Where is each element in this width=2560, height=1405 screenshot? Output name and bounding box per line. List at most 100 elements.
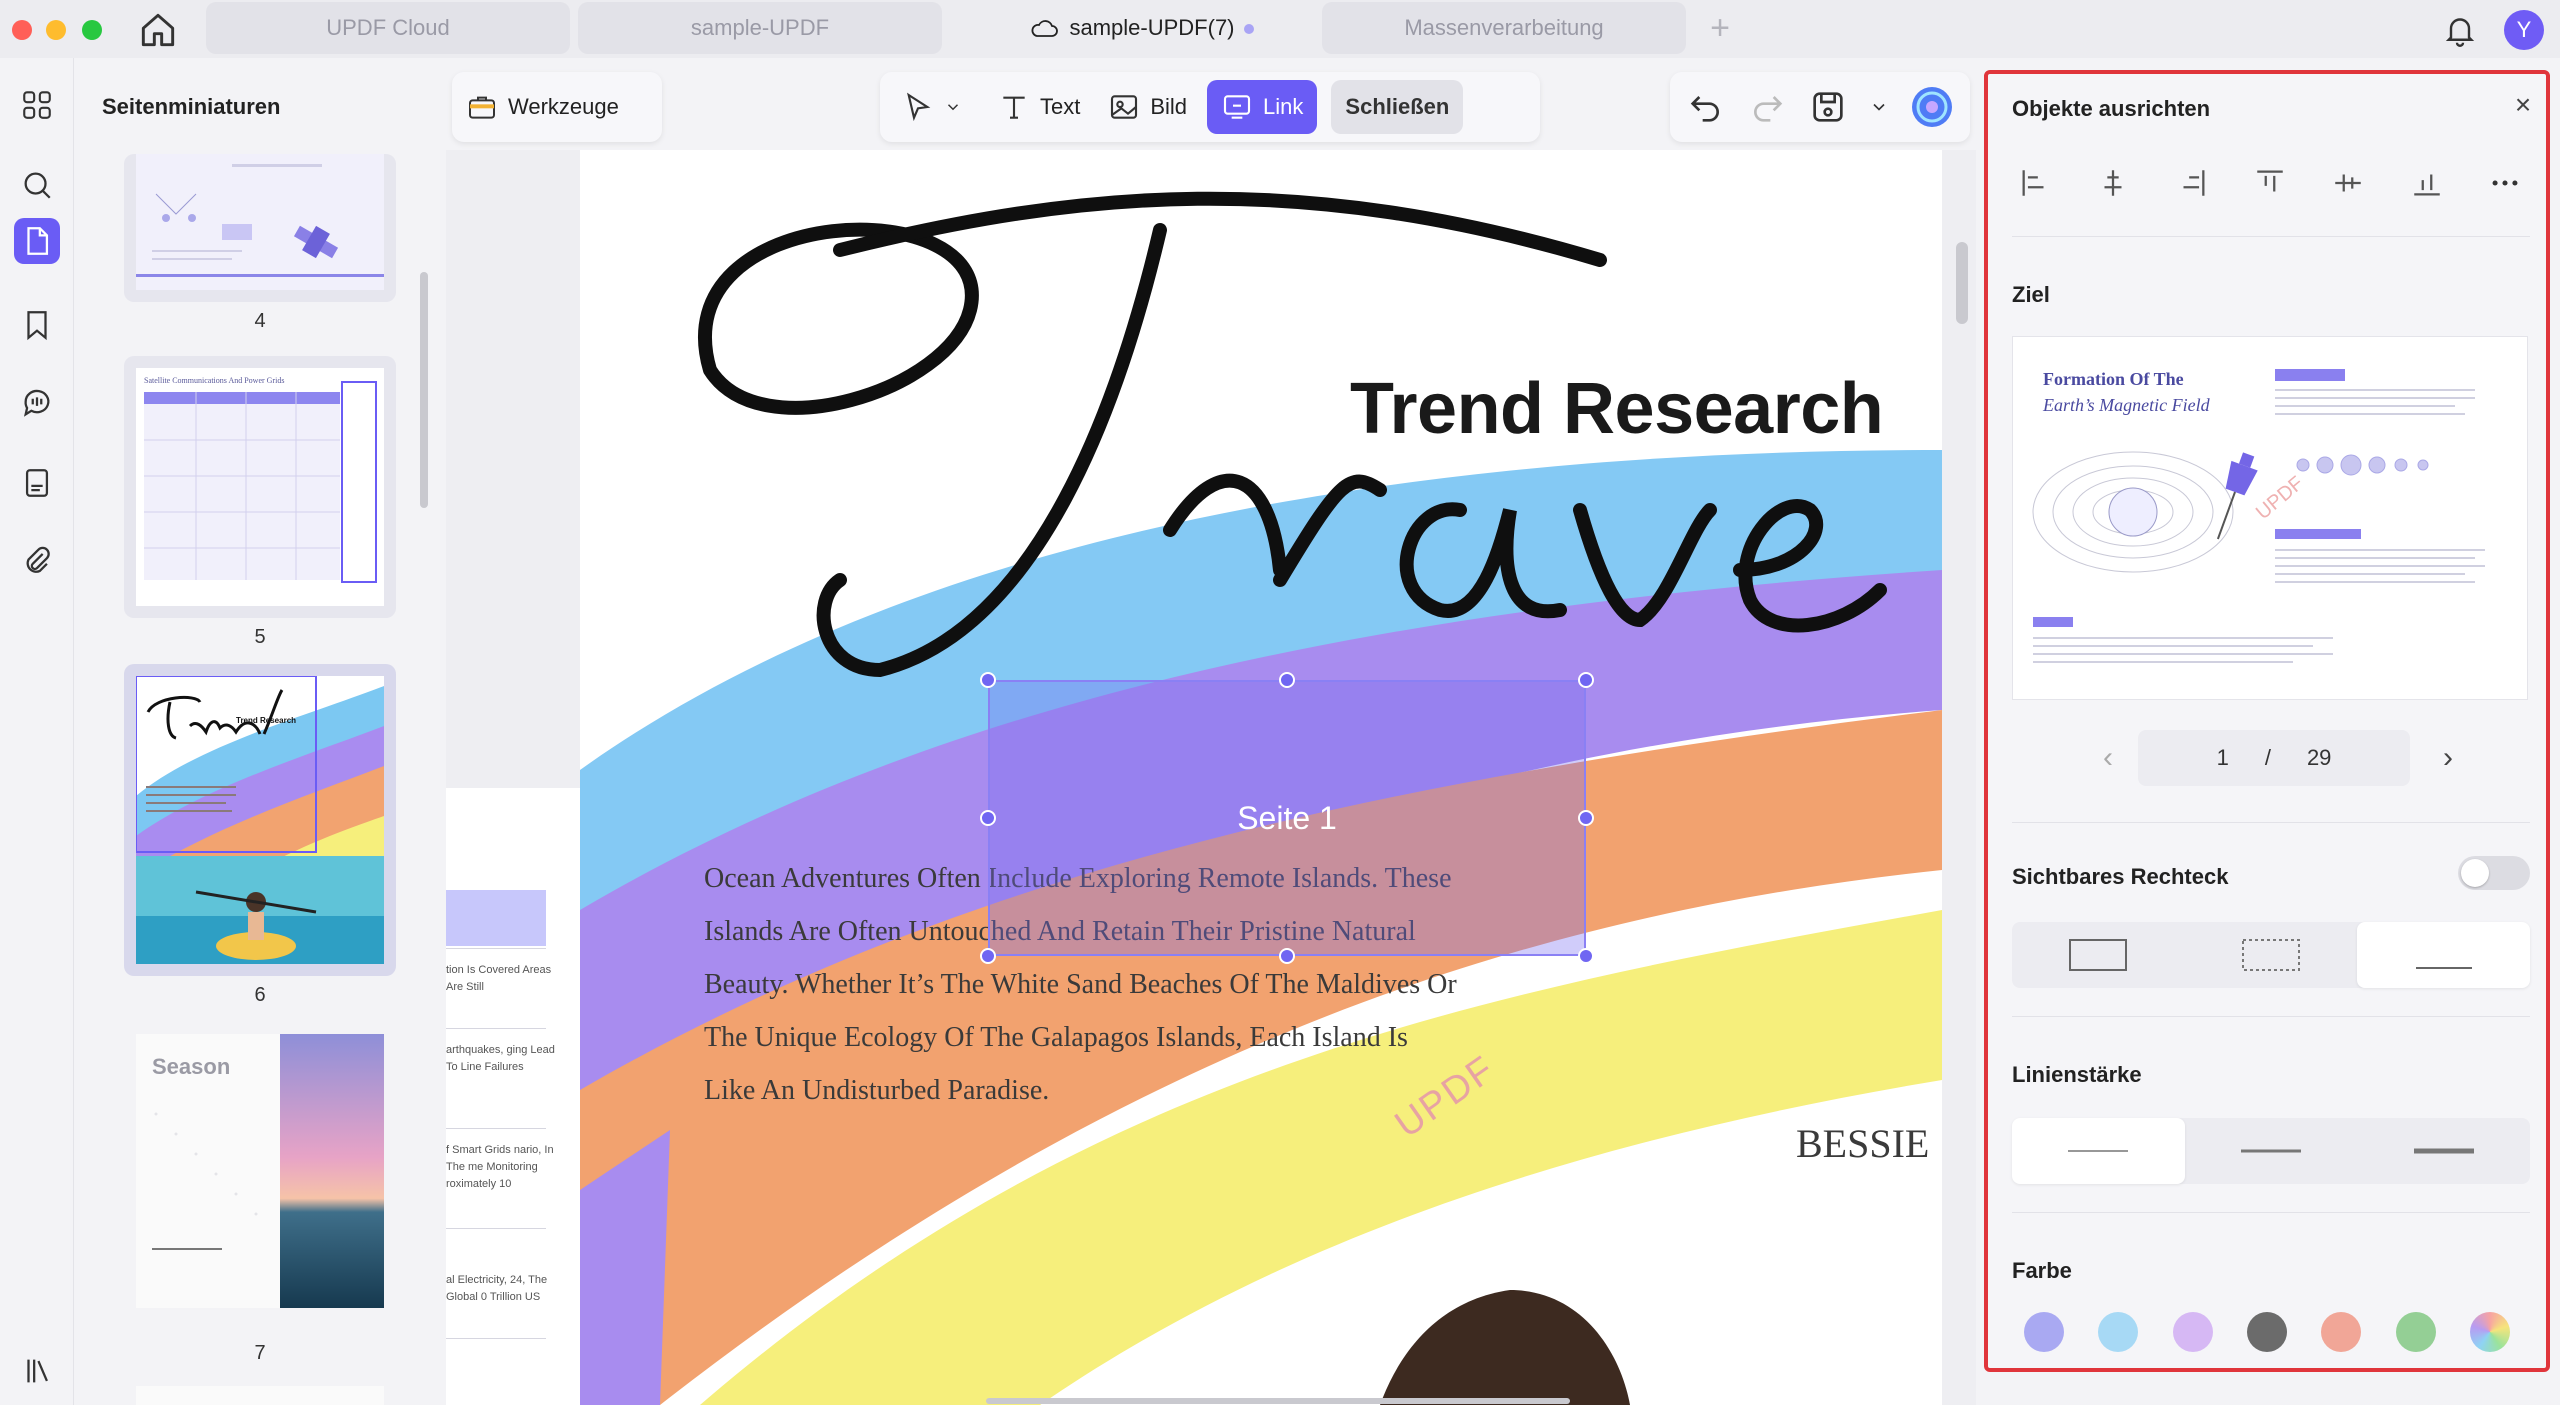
home-icon[interactable]: [136, 8, 180, 52]
search-icon[interactable]: [14, 162, 60, 208]
line-width-thin[interactable]: [2012, 1118, 2185, 1184]
panel-close-button[interactable]: ×: [2508, 90, 2538, 120]
user-avatar[interactable]: Y: [2504, 10, 2544, 50]
align-left-icon[interactable]: [2010, 158, 2060, 208]
link-annotation-box[interactable]: Seite 1: [988, 680, 1586, 956]
tab-label: sample-UPDF(7): [1069, 15, 1235, 40]
align-bottom-icon[interactable]: [2402, 158, 2452, 208]
attachment-icon[interactable]: [14, 538, 60, 584]
resize-handle-top-right[interactable]: [1578, 672, 1594, 688]
resize-handle-bottom-right[interactable]: [1578, 948, 1594, 964]
bookmark-icon[interactable]: [14, 302, 60, 348]
page-thumbnails-icon[interactable]: [14, 218, 60, 264]
target-page-preview[interactable]: Formation Of The Earth’s Magnetic Field: [2012, 336, 2528, 700]
image-tool-label: Bild: [1150, 94, 1188, 119]
tab-label: Massenverarbeitung: [1404, 15, 1604, 40]
previous-page-button[interactable]: ‹: [2088, 738, 2128, 778]
color-swatch-gray[interactable]: [2246, 1312, 2287, 1352]
thumbnail-page-number: 5: [254, 626, 266, 648]
target-section-label: Ziel: [2012, 282, 2050, 307]
thumbnail-page-8[interactable]: [124, 1386, 396, 1405]
color-swatch-lilac[interactable]: [2172, 1312, 2213, 1352]
thumbnail-page-number: 6: [254, 984, 266, 1006]
document-vertical-scrollbar[interactable]: [1956, 242, 1968, 324]
align-center-vertical-icon[interactable]: [2323, 158, 2373, 208]
tools-menu[interactable]: Werkzeuge: [452, 72, 662, 142]
border-style-selector: [2012, 922, 2531, 988]
tab-updf-cloud[interactable]: UPDF Cloud: [206, 2, 570, 54]
divider: [2012, 822, 2530, 823]
undo-icon[interactable]: [1686, 87, 1726, 127]
next-page-button[interactable]: ›: [2428, 738, 2468, 778]
divider: [2012, 1212, 2530, 1213]
image-tool-button[interactable]: Bild: [1094, 80, 1201, 134]
tab-sample-updf[interactable]: sample-UPDF: [578, 2, 942, 54]
tab-label: UPDF Cloud: [326, 15, 450, 40]
layers-icon[interactable]: [14, 1348, 60, 1394]
resize-handle-bottom-left[interactable]: [980, 948, 996, 964]
thumbnail-panel-title: Seitenminiaturen: [102, 94, 281, 119]
window-close-button[interactable]: [12, 20, 32, 40]
line-width-thick[interactable]: [2357, 1118, 2530, 1184]
save-icon[interactable]: [1808, 87, 1848, 127]
link-tool-button[interactable]: Link: [1207, 80, 1318, 134]
color-swatch-salmon[interactable]: [2321, 1312, 2362, 1352]
thumbnail-page-6[interactable]: Trend Research: [124, 664, 396, 976]
resize-handle-top-left[interactable]: [980, 672, 996, 688]
resize-handle-top[interactable]: [1279, 672, 1295, 688]
window-minimize-button[interactable]: [46, 20, 66, 40]
document-heading[interactable]: Trend Research: [1350, 368, 1884, 450]
resize-handle-left[interactable]: [980, 810, 996, 826]
select-tool-button[interactable]: [888, 80, 976, 134]
image-icon: [1111, 95, 1138, 119]
color-swatch-rainbow[interactable]: [2469, 1312, 2510, 1352]
resize-handle-right[interactable]: [1578, 810, 1594, 826]
page-selector[interactable]: 1 / 29: [2138, 730, 2410, 786]
bell-icon[interactable]: [2442, 12, 2478, 48]
thumbnail-scrollbar[interactable]: [420, 272, 428, 508]
color-label: Farbe: [2012, 1258, 2072, 1283]
window-zoom-button[interactable]: [82, 20, 102, 40]
color-swatch-green[interactable]: [2395, 1312, 2436, 1352]
grid-icon[interactable]: [14, 82, 60, 128]
thumbnail-page-7[interactable]: Season: [124, 1034, 396, 1324]
tab-massenverarbeitung[interactable]: Massenverarbeitung: [1322, 2, 1686, 54]
align-right-icon[interactable]: [2167, 158, 2217, 208]
align-top-icon[interactable]: [2245, 158, 2295, 208]
visible-rectangle-toggle[interactable]: [2458, 856, 2530, 890]
previous-page-fragment: tion Is Covered Areas Are Still arthquak…: [446, 788, 580, 1405]
thumbnail-page-5[interactable]: Satellite Communications And Power Grids: [124, 356, 396, 618]
thumbnail-panel: Seitenminiaturen 4 Satellite Communicati…: [74, 58, 438, 1405]
document-author[interactable]: BESSIE: [1796, 1120, 1929, 1167]
tab-sample-updf-7[interactable]: sample-UPDF(7): [950, 2, 1314, 54]
link-icon: [1223, 95, 1251, 119]
thumbnail-image: Trend Research: [136, 676, 384, 964]
text-tool-button[interactable]: Text: [984, 80, 1094, 134]
table-cell-text: arthquakes, ging Lead To Line Failures: [446, 1044, 555, 1073]
close-edit-label: Schließen: [1345, 94, 1450, 119]
border-style-underline[interactable]: [2357, 922, 2531, 988]
border-style-solid[interactable]: [2012, 922, 2185, 988]
more-options-icon[interactable]: [2480, 158, 2530, 208]
add-tab-button[interactable]: +: [1702, 8, 1738, 48]
document-horizontal-scrollbar[interactable]: [986, 1398, 1570, 1404]
line-width-medium[interactable]: [2185, 1118, 2358, 1184]
resize-handle-bottom[interactable]: [1279, 948, 1295, 964]
ai-assistant-icon[interactable]: [1910, 85, 1954, 129]
cloud-icon: [1032, 20, 1059, 37]
table-cell-text: tion Is Covered Areas Are Still: [446, 964, 552, 993]
align-center-horizontal-icon[interactable]: [2088, 158, 2138, 208]
thumbnail-image: Satellite Communications And Power Grids: [136, 368, 384, 606]
color-swatch-lavender[interactable]: [2024, 1312, 2064, 1352]
current-page-number[interactable]: 1: [2217, 745, 2229, 771]
color-swatch-sky-blue[interactable]: [2098, 1312, 2139, 1352]
border-style-dashed[interactable]: [2185, 922, 2358, 988]
thumbnail-page-4[interactable]: [124, 154, 396, 302]
chevron-down-icon[interactable]: [1869, 97, 1889, 117]
text-icon: [1003, 96, 1025, 119]
close-edit-button[interactable]: Schließen: [1331, 80, 1464, 134]
tools-button[interactable]: Werkzeuge: [452, 80, 633, 134]
comment-icon[interactable]: [14, 380, 60, 426]
document-icon[interactable]: [14, 460, 60, 506]
redo-icon[interactable]: [1747, 87, 1787, 127]
